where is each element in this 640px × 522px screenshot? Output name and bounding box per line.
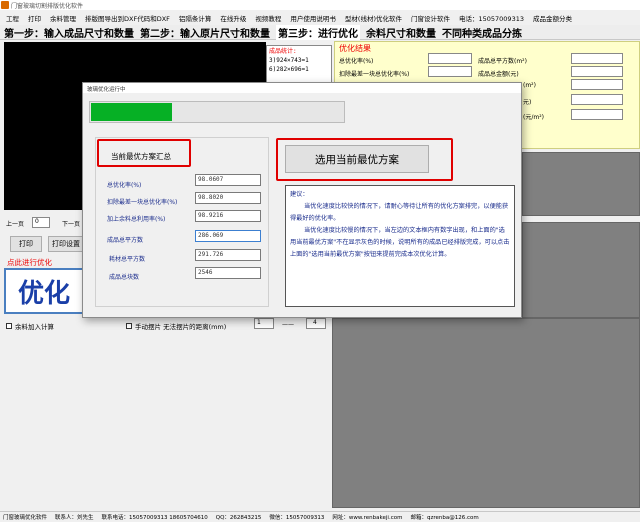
field-label-product-area: 成品总平方数 bbox=[107, 237, 144, 244]
field-label-total-rate: 总优化率(%) bbox=[107, 182, 142, 189]
tab-sorting[interactable]: 不同种类成品分拣 bbox=[442, 25, 522, 40]
stats-header: 成品统计: bbox=[269, 48, 297, 55]
page-nav: 上一页 0 下一页 bbox=[4, 216, 90, 230]
unit-price-label: (元/m²) bbox=[523, 114, 544, 121]
area-field[interactable] bbox=[571, 79, 623, 90]
menu-phone: 电话：15057009313 bbox=[458, 14, 524, 23]
status-qq: QQ：262843215 bbox=[215, 515, 262, 521]
progress-bar bbox=[89, 101, 345, 123]
range-dash: —— bbox=[282, 321, 294, 328]
product-stats-list[interactable]: 成品统计: 3)924×743=1 6)282×696=1 bbox=[266, 45, 332, 85]
print-settings-button[interactable]: 打印设置 bbox=[48, 236, 84, 252]
field-label-product-count: 成品总块数 bbox=[109, 274, 140, 281]
leftover-checkbox[interactable]: 余料加入计算 bbox=[6, 321, 54, 331]
optimize-link[interactable]: 点此进行优化 bbox=[7, 257, 52, 268]
status-wechat: 微信：15057009313 bbox=[269, 515, 325, 521]
advice-paragraph-1: 当优化速度比较快的情况下，请耐心等待让所有的优化方案排完，以便能获得最好的优化率… bbox=[290, 203, 509, 222]
leftover-checkbox-label: 余料加入计算 bbox=[15, 323, 54, 331]
advice-textbox[interactable]: 建议： 当优化速度比较快的情况下，请耐心等待让所有的优化方案排完，以便能获得最好… bbox=[285, 185, 515, 307]
tab-step1[interactable]: 第一步：输入成品尺寸和数量 bbox=[4, 25, 134, 40]
menu-leftover[interactable]: 余料管理 bbox=[50, 13, 76, 23]
amount-unit-label: 元) bbox=[523, 99, 532, 106]
field-total-rate[interactable]: 98.0607 bbox=[195, 174, 261, 186]
menu-spacer-calc[interactable]: 铝隔条计算 bbox=[179, 13, 212, 23]
status-email: 邮箱：qzrenba@126.com bbox=[410, 515, 479, 521]
manual-place-label: 手动摆片 无法摆片的距离(mm) bbox=[135, 323, 227, 331]
print-button[interactable]: 打印 bbox=[10, 236, 42, 252]
field-label-leftover-rate: 加上余料总利用率(%) bbox=[107, 216, 166, 223]
dialog-title: 玻璃优化运行中 bbox=[83, 83, 521, 93]
tab-step2[interactable]: 第二步：输入原片尺寸和数量 bbox=[140, 25, 270, 40]
summary-title: 当前最优方案汇总 bbox=[111, 152, 171, 161]
advice-paragraph-2: 当优化速度比较慢的情况下，当左边的文本框内有数字出现，和上面的"选用当前最优方案… bbox=[290, 227, 510, 258]
manual-distance-field-2[interactable]: 4 bbox=[306, 318, 326, 329]
area-unit-label: (m²) bbox=[523, 82, 536, 89]
field-leftover-rate[interactable]: 98.9216 bbox=[195, 210, 261, 222]
stats-line: 6)282×696=1 bbox=[269, 66, 309, 73]
manual-distance-field-1[interactable]: 1 bbox=[254, 318, 274, 329]
worst-rate-field[interactable] bbox=[428, 66, 472, 77]
field-label-material-area: 耗材总平方数 bbox=[109, 256, 146, 263]
worst-rate-label: 扣除最差一块总优化率(%) bbox=[339, 71, 410, 78]
progress-fill bbox=[91, 103, 172, 121]
window-title: 门窗玻璃切割排版优化软件 bbox=[11, 3, 84, 10]
menu-manual[interactable]: 用户使用说明书 bbox=[290, 13, 336, 23]
tab-step3[interactable]: 第三步：进行优化 bbox=[276, 24, 360, 40]
field-worst-rate[interactable]: 98.8020 bbox=[195, 192, 261, 204]
unit-price-field[interactable] bbox=[571, 109, 623, 120]
menu-profile-software[interactable]: 型材(线材)优化软件 bbox=[345, 13, 402, 23]
steps-bar: 第一步：输入成品尺寸和数量 第二步：输入原片尺寸和数量 第三步：进行优化 余料尺… bbox=[0, 24, 640, 40]
preview-area-bottom bbox=[332, 318, 640, 508]
stats-line: 3)924×743=1 bbox=[269, 57, 309, 64]
app-icon bbox=[1, 1, 9, 9]
status-contact: 联系人：刘先生 bbox=[55, 515, 94, 521]
total-area-label: 成品总平方数(m²) bbox=[478, 58, 527, 65]
preview-area-mid bbox=[522, 222, 640, 318]
manual-place-checkbox[interactable]: 手动摆片 无法摆片的距离(mm) bbox=[126, 321, 226, 331]
menu-print[interactable]: 打印 bbox=[28, 13, 41, 23]
title-bar: 门窗玻璃切割排版优化软件 bbox=[0, 0, 640, 10]
menu-online-update[interactable]: 在线升级 bbox=[220, 13, 246, 23]
field-product-area[interactable]: 286.069 bbox=[195, 230, 261, 242]
tab-leftover[interactable]: 余料尺寸和数量 bbox=[366, 25, 436, 40]
preview-area-top bbox=[522, 152, 640, 216]
status-bar: 门窗玻璃优化软件 联系人：刘先生 联系电话：15057009313 186057… bbox=[0, 511, 640, 522]
highlight-frame-button bbox=[276, 138, 453, 181]
optimization-dialog: 玻璃优化运行中 当前最优方案汇总 总优化率(%) 98.0607 扣除最差一块总… bbox=[82, 82, 522, 318]
menu-video[interactable]: 视频教程 bbox=[255, 13, 281, 23]
menu-project[interactable]: 工程 bbox=[6, 13, 19, 23]
checkbox-box[interactable] bbox=[126, 323, 132, 329]
menu-door-design[interactable]: 门窗设计软件 bbox=[411, 13, 450, 23]
field-label-worst-rate: 扣除最差一块总优化率(%) bbox=[107, 199, 178, 206]
total-area-field[interactable] bbox=[571, 53, 623, 64]
checkbox-box[interactable] bbox=[6, 323, 12, 329]
status-app-name: 门窗玻璃优化软件 bbox=[3, 515, 48, 521]
menu-export-dxf[interactable]: 排版图导出到DXF代码和DXF bbox=[85, 13, 170, 23]
total-amount-label: 成品总金额(元) bbox=[478, 71, 519, 78]
total-rate-label: 总优化率(%) bbox=[339, 58, 374, 65]
total-rate-field[interactable] bbox=[428, 53, 472, 64]
prev-page-label[interactable]: 上一页 bbox=[6, 219, 24, 228]
status-website: 网址：www.renbakeji.com bbox=[332, 515, 403, 521]
advice-title: 建议： bbox=[290, 191, 309, 198]
field-product-count[interactable]: 2546 bbox=[195, 267, 261, 279]
next-page-label[interactable]: 下一页 bbox=[62, 219, 80, 228]
menu-amount-class[interactable]: 成品金额分类 bbox=[533, 13, 572, 23]
status-phone: 联系电话：15057009313 18605704610 bbox=[101, 515, 208, 521]
amount-field[interactable] bbox=[571, 94, 623, 105]
menu-bar: 工程 打印 余料管理 排版图导出到DXF代码和DXF 铝隔条计算 在线升级 视频… bbox=[0, 11, 640, 24]
page-number-input[interactable]: 0 bbox=[32, 217, 50, 228]
total-amount-field[interactable] bbox=[571, 66, 623, 77]
field-material-area[interactable]: 291.726 bbox=[195, 249, 261, 261]
optimize-button[interactable]: 优化 bbox=[4, 268, 84, 314]
result-header: 优化结果 bbox=[339, 44, 371, 53]
